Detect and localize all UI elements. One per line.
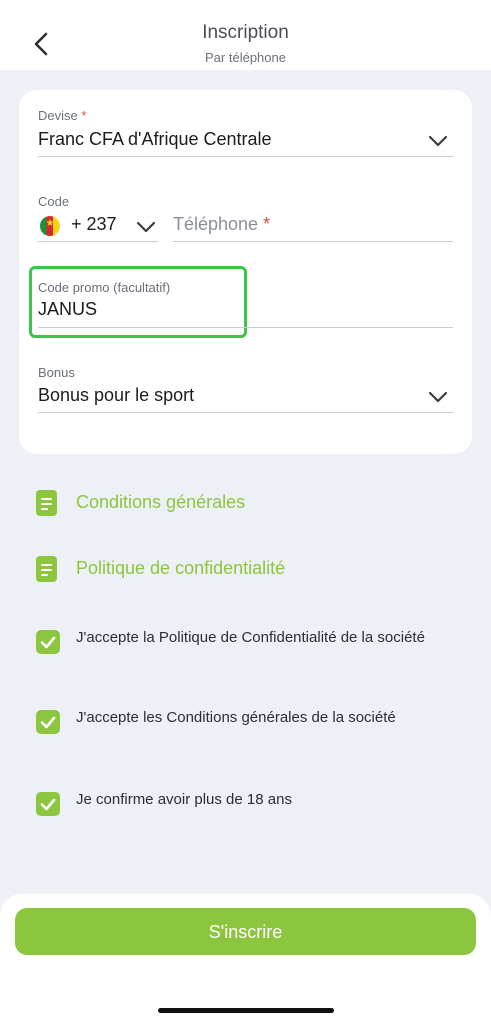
checkmark-icon	[40, 798, 56, 811]
cameroon-flag-icon: ★	[40, 216, 60, 236]
chevron-down-icon	[428, 391, 448, 403]
country-code-value: + 237	[71, 214, 117, 234]
privacy-policy-link-label: Politique de confidentialité	[76, 558, 286, 578]
chevron-down-icon	[136, 221, 156, 233]
privacy-policy-link[interactable]: Politique de confidentialité	[36, 554, 436, 584]
accept-terms-checkbox[interactable]	[36, 710, 60, 734]
currency-label: Devise *	[38, 108, 86, 123]
document-icon	[36, 490, 57, 516]
phone-underline	[173, 241, 453, 242]
document-icon	[36, 556, 57, 582]
accept-privacy-label: J'accepte la Politique de Confidentialit…	[76, 629, 425, 646]
currency-value: Franc CFA d'Afrique Centrale	[38, 129, 272, 149]
checkmark-icon	[40, 716, 56, 729]
page-subtitle: Par téléphone	[205, 50, 286, 65]
bonus-underline	[38, 412, 453, 413]
phone-placeholder-text: Téléphone	[173, 214, 259, 234]
phone-placeholder: Téléphone *	[173, 214, 270, 235]
age-confirm-label: Je confirme avoir plus de 18 ans	[76, 791, 292, 808]
home-indicator	[158, 1008, 334, 1013]
promo-value: JANUS	[38, 299, 98, 319]
accept-terms-label: J'accepte les Conditions générales de la…	[76, 709, 396, 726]
register-button[interactable]: S'inscrire	[15, 908, 476, 955]
code-label: Code	[38, 194, 70, 209]
bonus-label: Bonus	[38, 365, 75, 380]
checkmark-icon	[40, 636, 56, 649]
terms-link-label: Conditions générales	[76, 492, 246, 512]
accept-privacy-checkbox[interactable]	[36, 630, 60, 654]
required-mark: *	[263, 214, 271, 234]
promo-label: Code promo (facultatif)	[38, 280, 171, 295]
bonus-value: Bonus pour le sport	[38, 385, 195, 405]
code-underline	[38, 241, 158, 242]
top-app-bar: Inscription Par téléphone	[0, 0, 491, 70]
currency-label-text: Devise	[38, 108, 78, 123]
terms-link[interactable]: Conditions générales	[36, 488, 436, 518]
age-confirm-checkbox[interactable]	[36, 792, 60, 816]
promo-underline	[38, 327, 453, 328]
chevron-down-icon	[428, 135, 448, 147]
page-title: Inscription	[202, 22, 289, 43]
required-mark: *	[81, 108, 87, 123]
currency-underline	[38, 156, 453, 157]
